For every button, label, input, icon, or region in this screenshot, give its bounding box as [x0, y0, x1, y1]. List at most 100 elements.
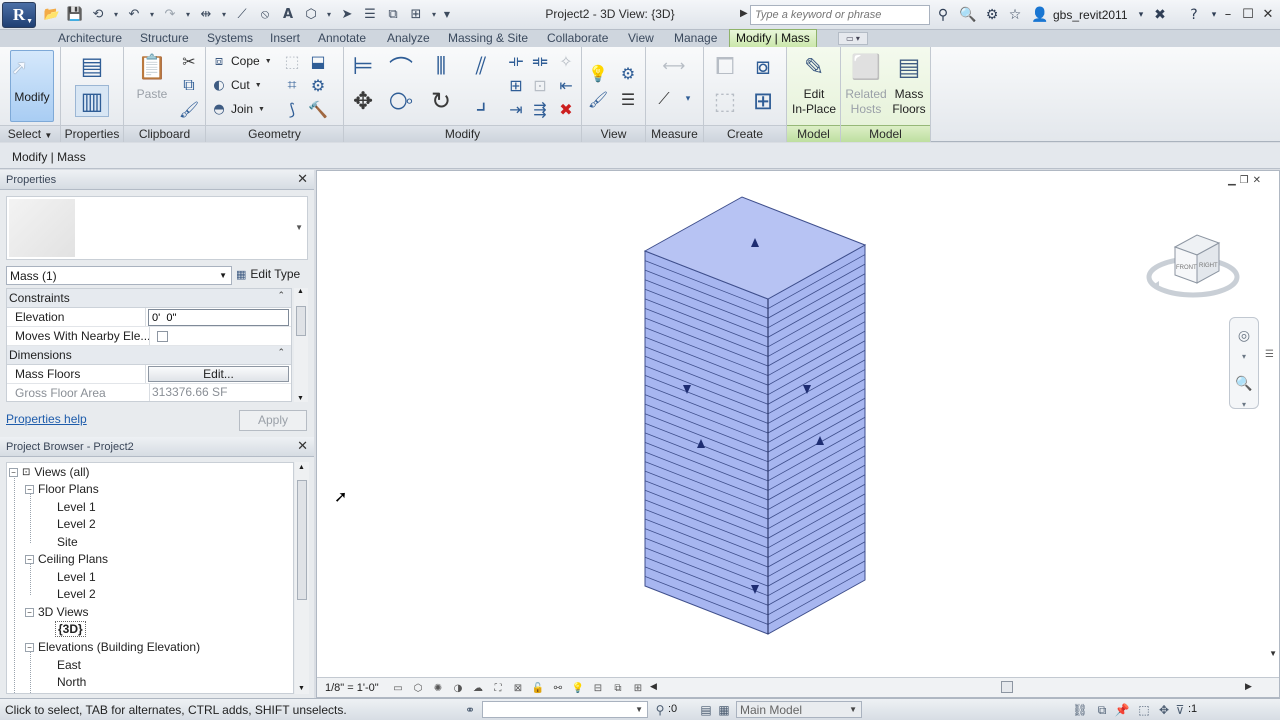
favorites-star-icon[interactable]: ☆	[1005, 5, 1025, 25]
array-icon[interactable]: ⊞	[506, 75, 526, 95]
search-input[interactable]	[750, 5, 930, 25]
tree-cp-level-1[interactable]: Level 1	[57, 568, 96, 586]
horizontal-scroll-thumb[interactable]	[1001, 681, 1013, 693]
minimize-icon[interactable]: –	[1218, 5, 1238, 25]
close-properties-icon[interactable]: ✕	[297, 172, 308, 187]
save-icon[interactable]: 💾	[65, 4, 85, 24]
crop-view-icon[interactable]: ⛶	[491, 681, 505, 695]
cut-scissors-icon[interactable]: ✂	[179, 51, 199, 71]
collapse-icon[interactable]: −	[25, 607, 34, 617]
collapse-dimensions-icon[interactable]: ⌃	[277, 347, 285, 358]
zoom-icon[interactable]: 🔍	[1234, 374, 1254, 394]
active-workset-select[interactable]: ▼	[482, 701, 648, 718]
tree-el-north[interactable]: North	[57, 673, 86, 691]
instance-filter-select[interactable]: Mass (1) ▼	[6, 266, 232, 285]
mass-face-right[interactable]	[767, 244, 866, 635]
collapse-icon[interactable]: −	[25, 484, 34, 494]
user-name[interactable]: gbs_revit2011	[1053, 8, 1128, 22]
user-dropdown-icon[interactable]: ▾	[1131, 5, 1151, 25]
split-with-gap-icon[interactable]: ⟚	[530, 51, 550, 71]
show-crop-icon[interactable]: ⊠	[511, 681, 525, 695]
create-assembly-icon[interactable]: ⧠	[708, 50, 742, 82]
scroll-up-icon[interactable]: ▲	[298, 464, 305, 471]
line-pattern-icon[interactable]: ☰	[618, 89, 638, 109]
subscription-center-icon[interactable]: 🔍	[958, 5, 978, 25]
select-panel-label[interactable]: Select ▼	[0, 125, 60, 142]
tag-icon[interactable]: ⟋	[232, 4, 252, 24]
tab-collaborate[interactable]: Collaborate	[547, 30, 608, 47]
tree-fp-level-2[interactable]: Level 2	[57, 515, 96, 533]
wall-joins-icon[interactable]: ⌗	[282, 75, 302, 95]
delete-icon[interactable]: ✖	[556, 99, 576, 119]
measure-dropdown-icon[interactable]: ▾	[219, 4, 229, 24]
create-group-icon[interactable]: ⬚	[708, 85, 742, 117]
close-hidden-windows-icon[interactable]: ⧉	[383, 4, 403, 24]
collapse-icon[interactable]: −	[25, 642, 34, 652]
exclude-options-icon[interactable]: ▦	[716, 702, 732, 718]
modify-button[interactable]: ➚ Modify	[10, 50, 54, 122]
temporary-hide-icon[interactable]: ⚯	[551, 681, 565, 695]
properties-scroll-thumb[interactable]	[296, 306, 306, 336]
user-icon[interactable]: 👤	[1030, 5, 1050, 25]
scroll-down-icon[interactable]: ▼	[297, 395, 304, 402]
create-similar-icon[interactable]: ⊞	[746, 85, 780, 117]
select-pinned-icon[interactable]: 📌	[1114, 702, 1130, 718]
paste-button[interactable]: 📋 Paste	[134, 50, 170, 102]
linework-icon[interactable]: 🖌	[588, 89, 608, 109]
tree-cp-level-2[interactable]: Level 2	[57, 585, 96, 603]
trim-extend-corner-icon[interactable]: ⌟	[464, 85, 498, 117]
thin-lines-icon[interactable]: ☰	[360, 4, 380, 24]
tree-3d-view-selected[interactable]: {3D}	[55, 620, 86, 638]
project-browser-scrollbar[interactable]: ▲ ▼	[295, 462, 309, 694]
tab-massing-site[interactable]: Massing & Site	[448, 30, 528, 47]
offset-icon[interactable]: ⌒	[384, 50, 418, 83]
analysis-display-icon[interactable]: ⊟	[591, 681, 605, 695]
render-icon[interactable]: ☁	[471, 681, 485, 695]
help-icon[interactable]: ?	[1184, 5, 1204, 25]
worksets-icon[interactable]: ⚭	[462, 702, 478, 718]
design-options-icon[interactable]: ▤	[698, 702, 714, 718]
binoculars-icon[interactable]: ⚲	[933, 5, 953, 25]
steering-wheel-icon[interactable]: ◎	[1234, 326, 1254, 346]
edit-mass-floors-button[interactable]: Edit...	[148, 366, 289, 382]
switch-windows-dropdown-icon[interactable]: ▾	[429, 4, 439, 24]
tab-architecture[interactable]: Architecture	[58, 30, 122, 47]
close-project-browser-icon[interactable]: ✕	[297, 439, 308, 454]
reveal-hidden-icon[interactable]: 💡	[571, 681, 585, 695]
scroll-up-icon[interactable]: ▲	[297, 288, 304, 295]
moves-with-elements-checkbox[interactable]	[157, 331, 168, 342]
tab-modify-mass[interactable]: Modify | Mass	[729, 29, 817, 48]
view-scale[interactable]: 1/8" = 1'-0"	[325, 682, 379, 694]
maximize-icon[interactable]: ☐	[1238, 5, 1258, 25]
type-properties-icon[interactable]: ▤	[75, 50, 109, 82]
wheel-dropdown-icon[interactable]: ▾	[1234, 346, 1254, 366]
tree-views-all[interactable]: − ⊡ Views (all)	[9, 463, 90, 481]
select-underlay-icon[interactable]: ⧉	[1094, 702, 1110, 718]
scroll-down-icon[interactable]: ▼	[298, 685, 305, 692]
visual-style-icon[interactable]: ⬡	[411, 681, 425, 695]
sync-icon[interactable]: ⟲	[88, 4, 108, 24]
scroll-right-icon[interactable]: ▶	[1245, 681, 1252, 692]
close-icon[interactable]: ✕	[1258, 5, 1278, 25]
measure-distance-icon[interactable]: ⟷	[652, 55, 696, 75]
mass-face-left[interactable]	[644, 250, 769, 635]
join-button[interactable]: ◓ Join ▼	[210, 99, 265, 119]
tab-analyze[interactable]: Analyze	[387, 30, 430, 47]
tree-elevations[interactable]: − Elevations (Building Elevation)	[25, 638, 200, 656]
lock-3d-view-icon[interactable]: 🔓	[531, 681, 545, 695]
align-icon[interactable]: ⊨	[346, 50, 380, 82]
exchange-apps-icon[interactable]: ✖	[1150, 5, 1170, 25]
mirror-draw-axis-icon[interactable]: ⫽	[464, 50, 498, 82]
type-selector[interactable]: ▼	[6, 196, 308, 260]
redo-icon[interactable]: ↷	[160, 4, 180, 24]
paint-icon[interactable]: ⬓	[308, 51, 328, 71]
filter-icon[interactable]: ⊽	[1172, 702, 1188, 718]
demolish-icon[interactable]: ⚙	[308, 75, 328, 95]
collapse-icon[interactable]: −	[9, 467, 18, 477]
cut-geometry-button[interactable]: ◐ Cut ▼	[210, 75, 261, 95]
elevation-field[interactable]	[148, 309, 289, 326]
override-graphics-icon[interactable]: ⚙	[618, 63, 638, 83]
related-hosts-button[interactable]: ⬜ Related Hosts	[843, 50, 889, 117]
dimension-dropdown-icon[interactable]: ▾	[678, 89, 698, 109]
application-menu-button[interactable]: R ▼	[2, 2, 36, 28]
